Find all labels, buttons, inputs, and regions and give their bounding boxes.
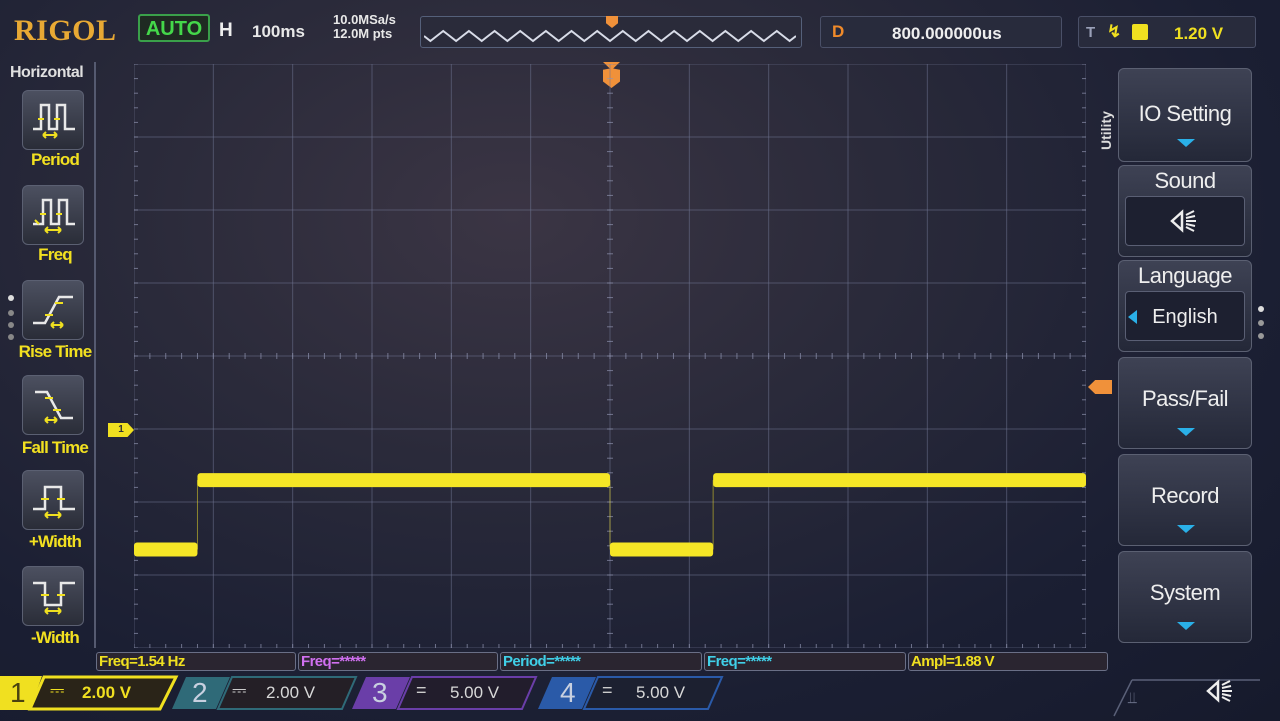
channel-1-scale: 2.00 V bbox=[82, 683, 132, 702]
graticule bbox=[134, 64, 1086, 648]
rising-edge-icon: ↯ bbox=[1107, 22, 1122, 41]
measurement-1[interactable]: Freq=1.54 Hz bbox=[96, 652, 296, 671]
horizontal-label: H bbox=[219, 20, 233, 41]
positive-width-icon bbox=[33, 485, 75, 519]
channel-3-scale: 5.00 V bbox=[450, 683, 500, 702]
sound-button[interactable]: Sound bbox=[1118, 165, 1252, 257]
channel-4-number: 4 bbox=[560, 677, 576, 708]
brand-logo: RIGOL bbox=[14, 14, 117, 47]
memory-waveform-preview bbox=[424, 29, 796, 43]
measurement-2[interactable]: Freq=***** bbox=[298, 652, 498, 671]
submenu-arrow-icon bbox=[1177, 525, 1195, 533]
measure-freq-label: Freq bbox=[38, 245, 72, 264]
measurement-4-text: Freq=***** bbox=[707, 653, 772, 670]
waveform-segment bbox=[197, 473, 610, 488]
sample-rate: 10.0MSa/s bbox=[333, 12, 396, 27]
usb-icon: ⫫ bbox=[1128, 690, 1137, 707]
negative-width-icon bbox=[33, 581, 75, 615]
acquisition-info: 10.0MSa/s 12.0M pts bbox=[333, 13, 396, 41]
page-dot-active bbox=[1258, 306, 1264, 312]
channel-2-tab[interactable]: 2 ⎓ 2.00 V bbox=[170, 674, 360, 712]
trigger-panel[interactable] bbox=[1078, 16, 1256, 48]
measure-positive-width-label: +Width bbox=[28, 532, 82, 551]
measurement-1-text: Freq=1.54 Hz bbox=[99, 653, 185, 670]
run-mode-badge[interactable]: AUTO bbox=[138, 14, 210, 42]
trigger-source-badge bbox=[1132, 24, 1148, 40]
waveform-segment bbox=[134, 542, 198, 557]
measure-fall-time-button[interactable] bbox=[22, 375, 84, 435]
measurement-5-text: Ampl=1.88 V bbox=[911, 653, 995, 670]
period-icon bbox=[33, 103, 75, 139]
right-menu-title: Utility bbox=[1098, 111, 1114, 150]
dc-coupling-icon: ⎓ bbox=[232, 680, 247, 700]
submenu-arrow-icon bbox=[1177, 428, 1195, 436]
dc-coupling-icon: ⎓ bbox=[50, 680, 65, 700]
trigger-label: T bbox=[1086, 24, 1096, 41]
sound-value bbox=[1125, 196, 1245, 246]
measure-rise-time-button[interactable] bbox=[22, 280, 84, 340]
channel-1-tab[interactable]: 1 ⎓ 2.00 V bbox=[0, 674, 180, 712]
speaker-muted-icon bbox=[1170, 209, 1196, 233]
measure-rise-time-label: Rise Time bbox=[18, 342, 93, 361]
channel-1-number: 1 bbox=[10, 677, 26, 708]
delay-label: D bbox=[832, 22, 845, 41]
rise-time-icon bbox=[33, 295, 73, 329]
record-button[interactable]: Record bbox=[1118, 454, 1252, 546]
record-label: Record bbox=[1151, 483, 1219, 508]
measure-negative-width-label: -Width bbox=[31, 628, 80, 647]
channel-4-tab[interactable]: 4 = 5.00 V bbox=[536, 674, 726, 712]
submenu-arrow-icon bbox=[1177, 139, 1195, 147]
waveform-segment bbox=[713, 473, 1086, 488]
measure-period-button[interactable] bbox=[22, 90, 84, 150]
dc-coupling-icon: = bbox=[416, 680, 427, 700]
delay-value: 800.000000us bbox=[892, 24, 1002, 43]
freq-icon bbox=[33, 198, 75, 234]
measure-positive-width-button[interactable] bbox=[22, 470, 84, 530]
timebase-value[interactable]: 100ms bbox=[252, 22, 305, 42]
measure-negative-width-button[interactable] bbox=[22, 566, 84, 626]
io-setting-label: IO Setting bbox=[1138, 101, 1232, 126]
page-dot bbox=[8, 322, 14, 328]
page-dot bbox=[1258, 333, 1264, 339]
language-button[interactable]: Language English bbox=[1118, 260, 1252, 352]
fall-time-icon bbox=[35, 390, 73, 424]
measure-freq-button[interactable] bbox=[22, 185, 84, 245]
measure-fall-time-label: Fall Time bbox=[21, 438, 89, 457]
measure-period-label: Period bbox=[30, 150, 80, 169]
channel-3-number: 3 bbox=[372, 677, 388, 708]
memory-depth: 12.0M pts bbox=[333, 26, 393, 41]
channel-2-scale: 2.00 V bbox=[266, 683, 316, 702]
measurement-2-text: Freq=***** bbox=[301, 653, 366, 670]
page-dot bbox=[8, 310, 14, 316]
pass-fail-label: Pass/Fail bbox=[1142, 386, 1228, 411]
page-dot-active bbox=[8, 295, 14, 301]
measurement-3-text: Period=***** bbox=[503, 653, 581, 670]
channel-2-number: 2 bbox=[192, 677, 208, 708]
channel-3-tab[interactable]: 3 = 5.00 V bbox=[350, 674, 540, 712]
channel-1-waveform bbox=[134, 473, 1086, 557]
language-value: English bbox=[1152, 306, 1218, 328]
channel-1-ground-marker[interactable]: 1 bbox=[108, 423, 134, 437]
system-label: System bbox=[1149, 580, 1221, 605]
left-menu-title: Horizontal bbox=[10, 64, 84, 81]
dc-coupling-icon: = bbox=[602, 680, 613, 700]
io-setting-button[interactable]: IO Setting bbox=[1118, 68, 1252, 162]
channel-4-scale: 5.00 V bbox=[636, 683, 686, 702]
trigger-level-marker-icon[interactable] bbox=[1088, 380, 1112, 394]
page-dot bbox=[8, 334, 14, 340]
waveform-display[interactable] bbox=[134, 64, 1086, 648]
system-button[interactable]: System bbox=[1118, 551, 1252, 643]
measurement-5[interactable]: Ampl=1.88 V bbox=[908, 652, 1108, 671]
page-dot bbox=[1258, 320, 1264, 326]
submenu-arrow-icon bbox=[1177, 622, 1195, 630]
pass-fail-button[interactable]: Pass/Fail bbox=[1118, 357, 1252, 449]
language-value-box: English bbox=[1125, 291, 1245, 341]
sound-label: Sound bbox=[1154, 168, 1216, 193]
trigger-level-value: 1.20 V bbox=[1174, 24, 1224, 43]
waveform-segment bbox=[610, 542, 714, 557]
measurement-4[interactable]: Freq=***** bbox=[704, 652, 906, 671]
measurement-3[interactable]: Period=***** bbox=[500, 652, 702, 671]
language-label: Language bbox=[1138, 263, 1232, 288]
speaker-muted-icon[interactable] bbox=[1206, 678, 1236, 704]
